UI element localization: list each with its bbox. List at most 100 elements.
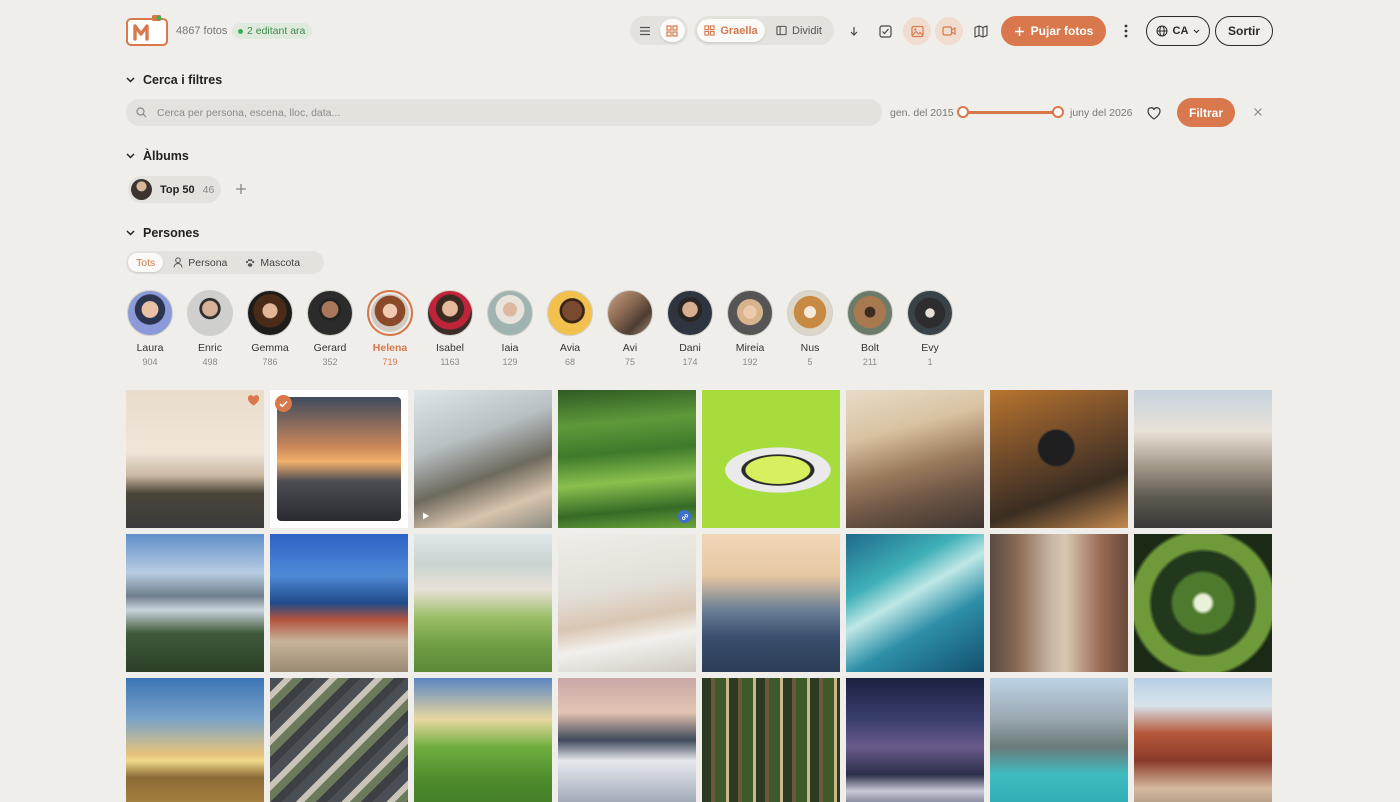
photo-tile[interactable] (846, 390, 984, 528)
upload-photos-button[interactable]: Pujar fotos (1001, 16, 1106, 46)
person-avatar (847, 290, 893, 336)
people-filter-all[interactable]: Tots (128, 253, 164, 272)
grid-icon (704, 25, 715, 36)
date-range-start-handle[interactable] (957, 106, 969, 118)
grid-view-button[interactable] (659, 19, 685, 42)
pet-evy[interactable]: Evy 1 (900, 290, 960, 367)
pet-nus[interactable]: Nus 5 (780, 290, 840, 367)
photo-tile[interactable] (558, 678, 696, 802)
photo-tile[interactable] (846, 534, 984, 672)
more-options-button[interactable] (1115, 17, 1137, 45)
person-photo-count: 192 (742, 357, 758, 367)
check-icon (279, 400, 288, 407)
album-chip[interactable]: Top 50 46 (128, 176, 221, 203)
person-photo-count: 174 (682, 357, 698, 367)
videos-filter-button[interactable] (935, 17, 963, 45)
list-icon (640, 26, 651, 35)
person-photo-count: 352 (322, 357, 338, 367)
photo-tile[interactable] (702, 678, 840, 802)
person-name: Evy (921, 342, 939, 354)
person-avia[interactable]: Avia 68 (540, 290, 600, 367)
person-dani[interactable]: Dani 174 (660, 290, 720, 367)
person-name: Gemma (251, 342, 289, 354)
people-section-header[interactable]: Persones (126, 226, 199, 240)
photo-tile[interactable] (270, 534, 408, 672)
language-selector[interactable]: CA (1146, 16, 1210, 46)
person-avatar (187, 290, 233, 336)
layout-split-button[interactable]: Dividit (767, 19, 831, 42)
upload-photos-label: Pujar fotos (1030, 24, 1094, 38)
person-avatar (127, 290, 173, 336)
photo-tile[interactable] (270, 678, 408, 802)
map-view-button[interactable] (967, 17, 995, 45)
person-avatar (787, 290, 833, 336)
people-filter-pet[interactable]: Mascota (237, 253, 308, 272)
favorite-heart-icon[interactable] (247, 394, 260, 407)
layout-grid-button[interactable]: Graella (697, 19, 765, 42)
photo-tile[interactable] (990, 534, 1128, 672)
photo-tile[interactable] (414, 390, 552, 528)
person-avi[interactable]: Avi 75 (600, 290, 660, 367)
photo-tile-selected[interactable] (270, 390, 408, 528)
person-iaia[interactable]: Iaia 129 (480, 290, 540, 367)
photo-tile[interactable] (414, 678, 552, 802)
date-range-end-handle[interactable] (1052, 106, 1064, 118)
logout-button[interactable]: Sortir (1215, 16, 1273, 46)
plus-icon (1014, 26, 1024, 36)
person-name: Iaia (501, 342, 519, 354)
photos-filter-button[interactable] (903, 17, 931, 45)
person-name: Bolt (860, 342, 880, 354)
photo-tile[interactable] (1134, 534, 1272, 672)
clear-filters-close-icon[interactable] (1251, 105, 1265, 119)
person-laura[interactable]: Laura 904 (120, 290, 180, 367)
photo-tile[interactable] (1134, 390, 1272, 528)
apply-filter-button[interactable]: Filtrar (1177, 98, 1235, 127)
image-icon (910, 25, 924, 37)
date-range-end: juny del 2026 (1070, 107, 1133, 119)
photo-tile[interactable] (702, 390, 840, 528)
albums-section-header[interactable]: Àlbums (126, 149, 189, 163)
photo-tile[interactable] (990, 678, 1128, 802)
person-name: Avia (559, 342, 581, 354)
person-isabel[interactable]: Isabel 1163 (420, 290, 480, 367)
person-enric[interactable]: Enric 498 (180, 290, 240, 367)
person-helena[interactable]: Helena 719 (360, 290, 420, 367)
filters-section-header[interactable]: Cerca i filtres (126, 73, 222, 87)
person-mireia[interactable]: Mireia 192 (720, 290, 780, 367)
photo-tile[interactable] (126, 534, 264, 672)
select-mode-button[interactable] (871, 17, 899, 45)
person-gemma[interactable]: Gemma 786 (240, 290, 300, 367)
photo-tile[interactable] (126, 678, 264, 802)
people-filter-person[interactable]: Persona (165, 253, 235, 272)
search-input[interactable] (157, 106, 857, 119)
person-avatar (907, 290, 953, 336)
favorites-filter-heart-icon[interactable] (1145, 104, 1163, 122)
person-gerard[interactable]: Gerard 352 (300, 290, 360, 367)
search-icon (136, 107, 147, 118)
list-view-button[interactable] (633, 19, 658, 42)
online-dot-icon (238, 28, 243, 34)
photo-tile[interactable] (414, 534, 552, 672)
chevron-down-icon (126, 230, 135, 236)
shared-link-icon (678, 510, 691, 523)
add-album-plus-icon[interactable] (233, 181, 249, 197)
pet-bolt[interactable]: Bolt 211 (840, 290, 900, 367)
globe-icon (1156, 25, 1168, 37)
selected-check-icon[interactable] (275, 395, 292, 412)
photo-tile[interactable] (990, 390, 1128, 528)
person-name: Mireia (735, 342, 765, 354)
person-name: Nus (800, 342, 820, 354)
person-photo-count: 498 (202, 357, 218, 367)
person-photo-count: 786 (262, 357, 278, 367)
person-avatar (667, 290, 713, 336)
photo-tile[interactable] (126, 390, 264, 528)
photo-tile[interactable] (702, 534, 840, 672)
editing-now-label: 2 editant ara (247, 25, 306, 37)
photo-tile[interactable] (1134, 678, 1272, 802)
photo-tile[interactable] (558, 534, 696, 672)
person-avatar (547, 290, 593, 336)
sort-button[interactable] (840, 17, 868, 45)
layout-split-label: Dividit (792, 24, 822, 37)
photo-tile[interactable] (846, 678, 984, 802)
photo-tile[interactable] (558, 390, 696, 528)
